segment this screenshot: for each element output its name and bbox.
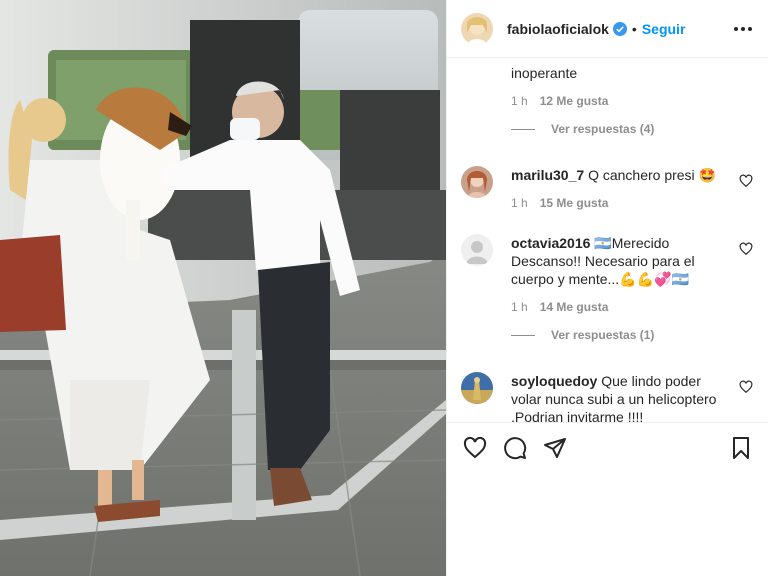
paper-plane-icon[interactable] bbox=[543, 436, 567, 460]
commenter-username[interactable]: octavia2016 bbox=[511, 235, 590, 251]
commenter-username[interactable]: soyloquedoy bbox=[511, 373, 597, 389]
post-header: fabiolaoficialok • Seguir bbox=[447, 0, 768, 58]
commenter-avatar[interactable] bbox=[461, 234, 493, 266]
comment-time[interactable]: 1 h bbox=[511, 300, 528, 314]
replies-line bbox=[511, 128, 535, 130]
comment-item: inoperante 1 h 12 Me gusta Ver respuesta… bbox=[461, 64, 761, 136]
author-username[interactable]: fabiolaoficialok bbox=[507, 21, 609, 37]
post-sidebar: fabiolaoficialok • Seguir inoperante 1 h… bbox=[446, 0, 768, 576]
author-avatar[interactable] bbox=[461, 12, 493, 45]
post-photo[interactable] bbox=[0, 0, 446, 576]
comment-like-heart-icon[interactable] bbox=[739, 174, 753, 188]
commenter-username[interactable]: marilu30_7 bbox=[511, 167, 584, 183]
comment-text: inoperante bbox=[511, 65, 578, 81]
comment-likes[interactable]: 12 Me gusta bbox=[540, 94, 609, 108]
comment-text: Q canchero presi 🤩 bbox=[588, 167, 716, 183]
commenter-avatar[interactable] bbox=[461, 166, 493, 198]
post-actions-bar bbox=[447, 422, 768, 472]
separator-dot: • bbox=[631, 20, 637, 37]
photo-illustration bbox=[0, 0, 446, 576]
replies-line bbox=[511, 334, 535, 336]
more-options-icon[interactable] bbox=[734, 26, 752, 31]
comment-item: soyloquedoy Que lindo poder volar nunca … bbox=[461, 372, 761, 422]
like-heart-icon[interactable] bbox=[463, 436, 487, 460]
comments-list[interactable]: inoperante 1 h 12 Me gusta Ver respuesta… bbox=[447, 58, 768, 422]
view-replies-button[interactable]: Ver respuestas (4) bbox=[511, 122, 733, 136]
comment-likes[interactable]: 15 Me gusta bbox=[540, 196, 609, 210]
verified-badge-icon bbox=[612, 21, 627, 36]
follow-button[interactable]: Seguir bbox=[642, 21, 686, 37]
comment-likes[interactable]: 14 Me gusta bbox=[540, 300, 609, 314]
comment-time[interactable]: 1 h bbox=[511, 196, 528, 210]
view-replies-label: Ver respuestas (4) bbox=[551, 122, 655, 136]
bookmark-icon[interactable] bbox=[729, 436, 753, 460]
commenter-avatar[interactable] bbox=[461, 372, 493, 404]
view-replies-button[interactable]: Ver respuestas (1) bbox=[511, 328, 733, 342]
comment-like-heart-icon[interactable] bbox=[739, 242, 753, 256]
comment-time[interactable]: 1 h bbox=[511, 94, 528, 108]
comment-item: octavia2016 🇦🇷Merecido Descanso!! Necesa… bbox=[461, 234, 761, 342]
comment-item: marilu30_7 Q canchero presi 🤩 1 h 15 Me … bbox=[461, 166, 761, 210]
comment-icon[interactable] bbox=[503, 436, 527, 460]
comment-like-heart-icon[interactable] bbox=[739, 380, 753, 394]
view-replies-label: Ver respuestas (1) bbox=[551, 328, 655, 342]
